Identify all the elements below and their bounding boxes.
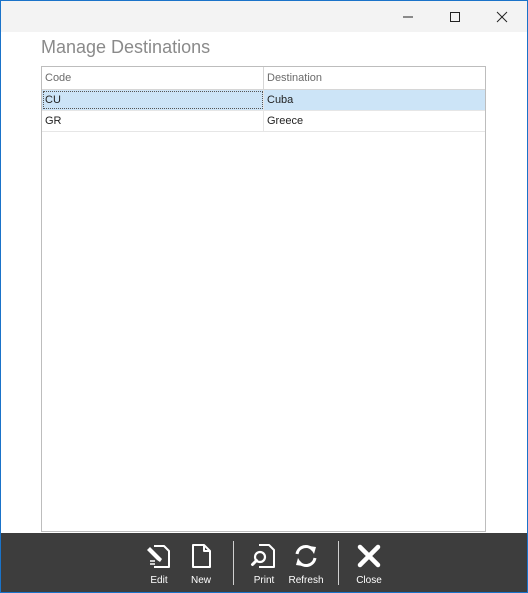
table-row[interactable]: GR Greece <box>42 111 485 132</box>
refresh-icon <box>295 545 317 567</box>
grid-header: Code Destination <box>42 67 485 90</box>
destinations-grid[interactable]: Code Destination CU Cuba GR Greece <box>41 66 486 532</box>
new-document-icon <box>192 544 211 568</box>
close-icon <box>496 11 508 22</box>
close-x-icon <box>357 544 381 568</box>
toolbar-separator <box>338 541 339 585</box>
app-window: Manage Destinations Code Destination CU … <box>0 0 528 593</box>
cell-code[interactable]: GR <box>42 111 264 131</box>
bottom-toolbar: Edit New Print Refresh Close <box>1 533 527 592</box>
edit-button[interactable]: Edit <box>137 541 181 587</box>
column-header-destination[interactable]: Destination <box>264 67 485 89</box>
cell-code[interactable]: CU <box>42 90 264 110</box>
cell-destination[interactable]: Greece <box>264 111 485 131</box>
window-close-button[interactable] <box>479 1 525 32</box>
close-label: Close <box>356 575 382 586</box>
table-row[interactable]: CU Cuba <box>42 90 485 111</box>
print-button[interactable]: Print <box>242 541 286 587</box>
maximize-button[interactable] <box>432 1 478 32</box>
refresh-button[interactable]: Refresh <box>284 541 328 587</box>
new-label: New <box>190 575 211 586</box>
toolbar-separator <box>233 541 234 585</box>
refresh-label: Refresh <box>288 575 324 586</box>
edit-label: Edit <box>150 575 168 586</box>
close-button[interactable]: Close <box>347 541 391 587</box>
cell-destination[interactable]: Cuba <box>264 90 485 110</box>
minimize-icon <box>403 16 413 17</box>
print-preview-icon <box>251 544 275 568</box>
title-bar <box>1 1 527 32</box>
maximize-icon <box>450 11 460 22</box>
print-label: Print <box>253 575 275 586</box>
minimize-button[interactable] <box>385 1 431 32</box>
edit-icon <box>147 545 170 568</box>
new-button[interactable]: New <box>179 541 223 587</box>
column-header-code[interactable]: Code <box>42 67 264 89</box>
page-title: Manage Destinations <box>41 37 211 57</box>
